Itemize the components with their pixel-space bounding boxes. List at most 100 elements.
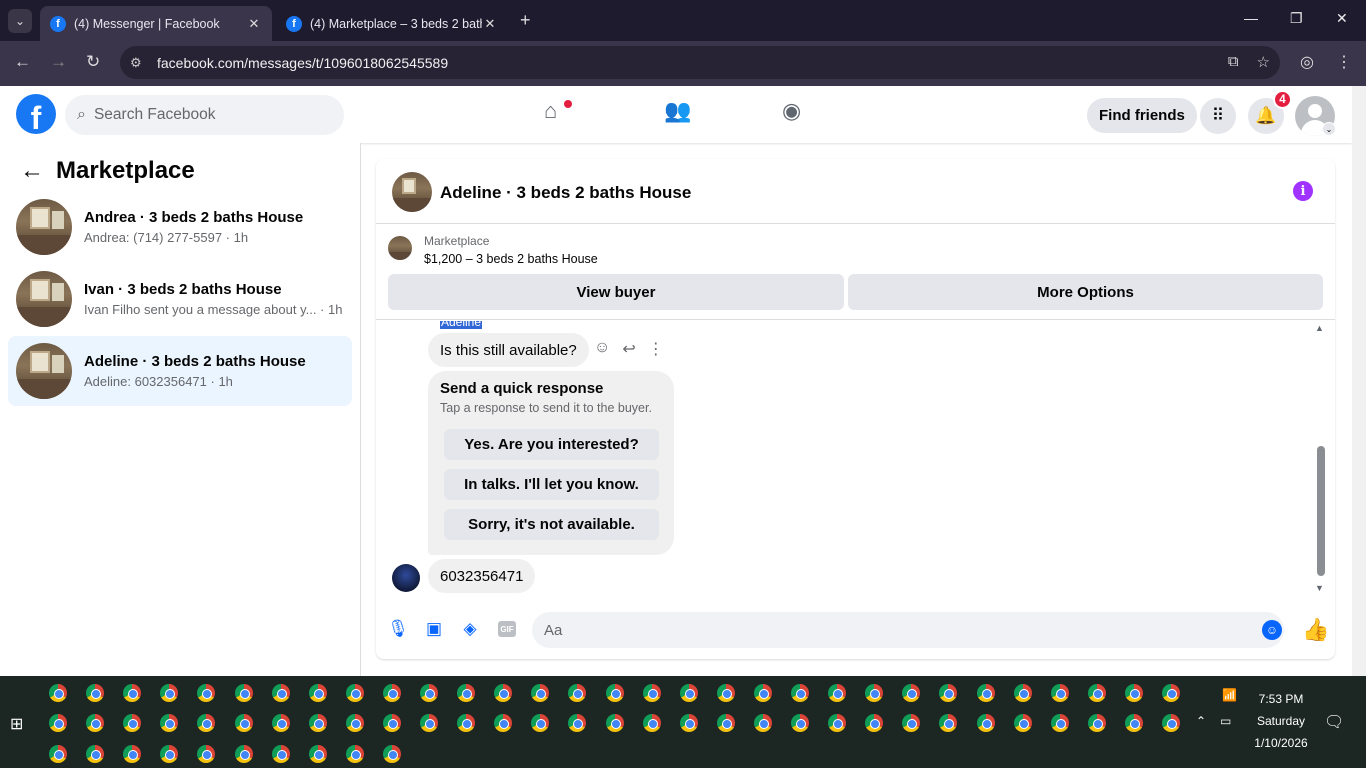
- taskbar-app-icon[interactable]: [791, 714, 809, 732]
- taskbar-app-icon[interactable]: [420, 714, 438, 732]
- taskbar-app-icon[interactable]: [382, 745, 401, 763]
- facebook-logo-icon[interactable]: f: [16, 94, 56, 134]
- microphone-icon[interactable]: 🎙: [387, 619, 409, 639]
- taskbar-app-icon[interactable]: [939, 684, 958, 702]
- taskbar-app-icon[interactable]: [1162, 714, 1180, 732]
- taskbar-app-icon[interactable]: [1013, 684, 1032, 702]
- conversation-item-selected[interactable]: Adeline · 3 beds 2 baths House Adeline: …: [8, 336, 352, 406]
- taskbar-app-icon[interactable]: [271, 745, 290, 763]
- taskbar-app-icon[interactable]: [382, 714, 401, 732]
- taskbar-app-icon[interactable]: [679, 684, 698, 702]
- chat-title[interactable]: Adeline · 3 beds 2 baths House: [440, 183, 691, 203]
- attach-photo-icon[interactable]: ▣: [424, 619, 444, 639]
- taskbar-app-icon[interactable]: [828, 684, 847, 702]
- taskbar-app-icon[interactable]: [382, 684, 401, 702]
- taskbar-app-icon[interactable]: [494, 714, 513, 732]
- notification-center-icon[interactable]: 🗨: [1324, 712, 1344, 732]
- taskbar-app-icon[interactable]: [716, 714, 735, 732]
- back-arrow-icon[interactable]: ←: [20, 157, 44, 185]
- reload-icon[interactable]: ↻: [86, 52, 100, 72]
- clock-date[interactable]: 1/10/2026: [1240, 736, 1322, 750]
- taskbar-app-icon[interactable]: [494, 684, 513, 702]
- conversation-item[interactable]: Andrea · 3 beds 2 baths House Andrea: (7…: [8, 192, 352, 262]
- taskbar-app-icon[interactable]: [234, 745, 253, 763]
- listing-thumbnail[interactable]: [388, 236, 412, 260]
- taskbar-app-icon[interactable]: [160, 714, 179, 732]
- message-input[interactable]: Aa: [532, 612, 1284, 648]
- taskbar-app-icon[interactable]: [86, 684, 105, 702]
- taskbar-app-icon[interactable]: [605, 714, 624, 732]
- clock-time[interactable]: 7:53 PM: [1240, 692, 1322, 706]
- taskbar-app-icon[interactable]: [457, 684, 476, 702]
- taskbar-app-icon[interactable]: [308, 714, 327, 732]
- taskbar-app-icon[interactable]: [86, 745, 105, 763]
- message-scrollbar[interactable]: ▲ ▼: [1315, 321, 1327, 599]
- more-options-button[interactable]: More Options: [848, 274, 1323, 310]
- taskbar-app-icon[interactable]: [1162, 684, 1180, 702]
- groups-icon[interactable]: ◉: [782, 98, 801, 124]
- taskbar-app-icon[interactable]: [160, 684, 179, 702]
- taskbar-app-icon[interactable]: [531, 684, 550, 702]
- taskbar-app-icon[interactable]: [865, 714, 884, 732]
- taskbar-app-icon[interactable]: [568, 714, 587, 732]
- taskbar-app-icon[interactable]: [197, 684, 216, 702]
- tray-chevron-up-icon[interactable]: ⌃: [1196, 714, 1206, 728]
- profile-icon[interactable]: ◎: [1300, 52, 1314, 72]
- taskbar-app-icon[interactable]: [531, 714, 550, 732]
- tab-close-icon[interactable]: ✕: [482, 16, 498, 32]
- taskbar-app-icon[interactable]: [123, 714, 142, 732]
- message-list[interactable]: Adeline Is this still available? ☺ ↩ ⋮ S…: [376, 321, 1335, 599]
- network-icon[interactable]: 📶: [1222, 688, 1237, 702]
- taskbar-app-icon[interactable]: [642, 684, 661, 702]
- taskbar-app-icon[interactable]: [271, 684, 290, 702]
- friends-icon[interactable]: 👥: [664, 98, 691, 124]
- page-scrollbar[interactable]: [1352, 86, 1366, 676]
- taskbar-app-icon[interactable]: [1087, 714, 1106, 732]
- taskbar-app-icon[interactable]: [123, 745, 142, 763]
- scroll-down-icon[interactable]: ▼: [1315, 583, 1324, 593]
- taskbar-app-icon[interactable]: [308, 745, 327, 763]
- taskbar-app-icon[interactable]: [197, 745, 216, 763]
- taskbar-app-icon[interactable]: [753, 684, 772, 702]
- taskbar-app-icon[interactable]: [976, 714, 995, 732]
- listing-price-title[interactable]: $1,200 – 3 beds 2 baths House: [424, 252, 598, 266]
- taskbar-app-icon[interactable]: [568, 684, 587, 702]
- message-bubble[interactable]: Is this still available?: [428, 333, 589, 367]
- taskbar-app-icon[interactable]: [234, 684, 253, 702]
- tab-close-icon[interactable]: ✕: [246, 16, 262, 32]
- more-actions-icon[interactable]: ⋮: [648, 339, 664, 359]
- taskbar-app-icon[interactable]: [939, 714, 958, 732]
- taskbar-app-icon[interactable]: [1050, 714, 1069, 732]
- taskbar-app-icon[interactable]: [160, 745, 179, 763]
- install-app-icon[interactable]: ⧉: [1228, 53, 1239, 71]
- account-chevron-down-icon[interactable]: ⌄: [1322, 122, 1336, 136]
- windows-start-icon[interactable]: ⊞: [10, 714, 23, 734]
- forward-icon[interactable]: →: [50, 52, 67, 72]
- bookmark-star-icon[interactable]: ☆: [1257, 53, 1270, 71]
- battery-icon[interactable]: ▭: [1220, 714, 1231, 728]
- taskbar-app-icon[interactable]: [1124, 714, 1143, 732]
- taskbar-app-icon[interactable]: [716, 684, 735, 702]
- tab-search-button[interactable]: ⌄: [8, 9, 32, 33]
- taskbar-app-icon[interactable]: [642, 714, 661, 732]
- taskbar-app-icon[interactable]: [1087, 684, 1106, 702]
- close-window-icon[interactable]: ✕: [1336, 10, 1348, 27]
- taskbar-app-icon[interactable]: [345, 684, 364, 702]
- taskbar-app-icon[interactable]: [902, 714, 921, 732]
- taskbar-app-icon[interactable]: [49, 745, 67, 763]
- quick-response-option[interactable]: Yes. Are you interested?: [444, 429, 659, 460]
- tab-messenger[interactable]: f (4) Messenger | Facebook ✕: [40, 6, 272, 41]
- minimize-icon[interactable]: —: [1244, 10, 1258, 26]
- taskbar-app-icon[interactable]: [271, 714, 290, 732]
- quick-response-option[interactable]: In talks. I'll let you know.: [444, 469, 659, 500]
- clock-day[interactable]: Saturday: [1240, 714, 1322, 728]
- sticker-icon[interactable]: ◈: [460, 619, 480, 639]
- gif-icon[interactable]: GIF: [498, 621, 516, 637]
- emoji-icon[interactable]: ☺: [1262, 620, 1282, 640]
- taskbar-app-icon[interactable]: [86, 714, 105, 732]
- taskbar-app-icon[interactable]: [1124, 684, 1143, 702]
- taskbar-app-icon[interactable]: [865, 684, 884, 702]
- taskbar-app-icon[interactable]: [49, 684, 67, 702]
- find-friends-button[interactable]: Find friends: [1087, 98, 1197, 133]
- site-settings-icon[interactable]: ⚙: [130, 55, 142, 71]
